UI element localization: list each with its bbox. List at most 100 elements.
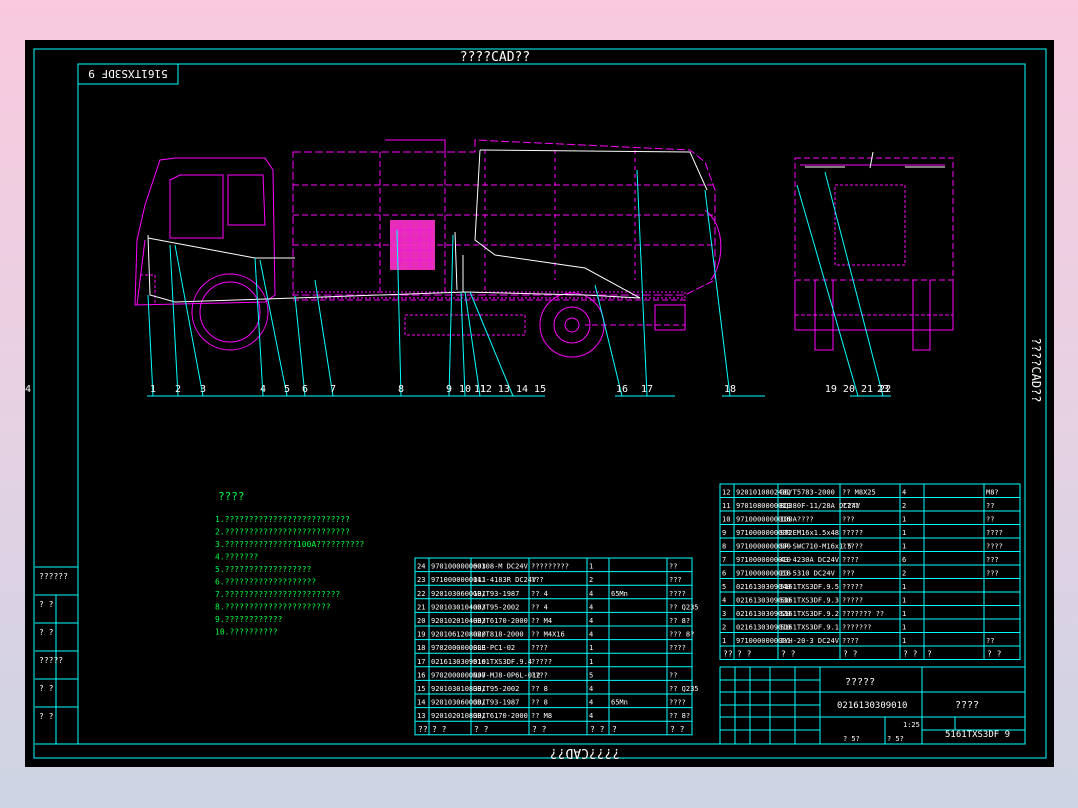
parts-cell: 11	[722, 502, 730, 510]
parts-cell: ?? Q235	[669, 685, 699, 693]
parts-cell: 1	[902, 516, 906, 524]
parts-cell: ????	[986, 529, 1003, 537]
parts-cell: ?????????	[531, 563, 569, 571]
parts-cell: ????	[669, 644, 686, 652]
parts-cell: ??	[669, 671, 677, 679]
parts-cell: GB/T93-1987	[473, 699, 519, 707]
parts-cell: ?? M8	[531, 712, 552, 720]
note-item: 5.??????????????????	[215, 565, 312, 574]
parts-cell: ???	[842, 570, 855, 578]
parts-cell: 16	[417, 671, 425, 679]
note-item: 4.???????	[215, 553, 259, 562]
parts-cell: 4	[902, 489, 906, 497]
margin-label: ? ?	[39, 712, 54, 721]
parts-cell: 18	[417, 644, 425, 652]
parts-cell: 6	[722, 570, 726, 578]
parts-cell: GB/T95-2002	[473, 603, 519, 611]
parts-cell: ???	[986, 570, 999, 578]
parts-cell: 4	[589, 699, 593, 707]
parts-cell: 1	[902, 637, 906, 645]
parts-cell: ?? 4	[531, 590, 548, 598]
parts-header-cell: ? ?	[432, 725, 447, 734]
parts-cell: 14	[417, 699, 425, 707]
parts-cell: 1	[902, 529, 906, 537]
parts-cell: GB/T93-1987	[473, 590, 519, 598]
note-item: 10.??????????	[215, 628, 278, 637]
callout-number: 24	[25, 384, 31, 395]
title-heading: ????	[955, 700, 979, 711]
callout-number: 10	[459, 384, 471, 395]
parts-cell: 10	[722, 516, 730, 524]
parts-cell: ??	[986, 502, 994, 510]
parts-cell: 21	[417, 603, 425, 611]
parts-cell: ?? 8	[531, 685, 548, 693]
parts-cell: 24	[417, 563, 425, 571]
parts-cell: 12	[722, 489, 730, 497]
parts-cell: 5161TXS3DF.9.5	[780, 583, 839, 591]
callout-number: 6	[302, 384, 308, 395]
parts-cell: ST2EM16x1.5x48	[780, 529, 839, 537]
parts-cell: 4	[589, 617, 593, 625]
callout-number: 9	[446, 384, 452, 395]
parts-cell: 5161TXS3DF.9.4	[473, 658, 532, 666]
parts-cell: 1	[589, 644, 593, 652]
parts-cell: 14J-4183R DC24V	[473, 576, 537, 584]
note-item: 1.??????????????????????????	[215, 515, 350, 524]
margin-label: ? ?	[39, 684, 54, 693]
parts-cell: 17	[417, 658, 425, 666]
parts-cell: 23-5310 DC24V	[780, 570, 836, 578]
parts-cell: 1	[902, 543, 906, 551]
truck-rear-view	[794, 157, 954, 351]
parts-cell: 65Mn	[611, 699, 628, 707]
notes-heading: ????	[218, 490, 245, 503]
parts-cell: GB/T818-2000	[473, 631, 524, 639]
parts-header-cell: ?	[612, 725, 617, 734]
title-block: ????? 0216130309010 ???? 5161TXS3DF 9 1:…	[719, 666, 1026, 745]
parts-cell: 2	[902, 502, 906, 510]
note-item: 7.????????????????????????	[215, 590, 340, 599]
margin-label: ??????	[39, 572, 68, 581]
parts-cell: GB/T95-2002	[473, 685, 519, 693]
title-code: 0216130309010	[837, 701, 907, 711]
parts-cell: ????	[842, 637, 859, 645]
parts-cell: 1	[902, 583, 906, 591]
margin-label: ? ?	[39, 600, 54, 609]
parts-cell: 65Mn	[611, 590, 628, 598]
parts-cell: ???????	[842, 624, 872, 632]
parts-cell: ?? M8X25	[842, 489, 876, 497]
parts-header-cell: ? ?	[474, 725, 489, 734]
note-item: 6.???????????????????	[215, 578, 316, 587]
parts-header-cell: ? ?	[590, 725, 605, 734]
parts-cell: ?? 8	[531, 699, 548, 707]
parts-cell: ???	[531, 576, 544, 584]
parts-list-left: 24 970100000000360108-M DC24V????????? 1??…	[414, 557, 699, 736]
callout-number: 12 13 14 15	[480, 384, 546, 395]
parts-cell: 22	[417, 590, 425, 598]
cad-drawing: ????CAD?? ????CAD?? ????CAD?? 5161TXS3DF…	[25, 48, 1047, 760]
callout-number: 8	[398, 384, 404, 395]
parts-cell: ????	[669, 590, 686, 598]
parts-header-cell: ??	[723, 650, 733, 659]
parts-cell: 2	[902, 570, 906, 578]
parts-cell: 5	[722, 583, 726, 591]
callout-number: 1	[150, 384, 156, 395]
parts-cell: ????	[842, 556, 859, 564]
stamp-text: 5161TXS3DF 9	[88, 67, 167, 80]
parts-cell: 2	[589, 576, 593, 584]
parts-cell: GB/T6170-2000	[473, 712, 528, 720]
parts-cell: ??	[986, 637, 994, 645]
parts-cell: ?????	[842, 529, 863, 537]
parts-cell: ????	[531, 644, 548, 652]
callout-leaders	[147, 169, 891, 397]
parts-cell: 23	[417, 576, 425, 584]
parts-cell: 4	[589, 603, 593, 611]
parts-cell: ?????	[842, 597, 863, 605]
inner-frame	[77, 63, 1026, 745]
callout-number: 7	[330, 384, 336, 395]
parts-cell: M8?	[986, 489, 999, 497]
parts-cell: 60108-M DC24V	[473, 563, 529, 571]
parts-cell: 7	[722, 556, 726, 564]
frame-title-bottom: ????CAD??	[550, 745, 620, 760]
parts-cell: SLE-PC1-02	[473, 644, 515, 652]
parts-cell: GB/T6170-2000	[473, 617, 528, 625]
